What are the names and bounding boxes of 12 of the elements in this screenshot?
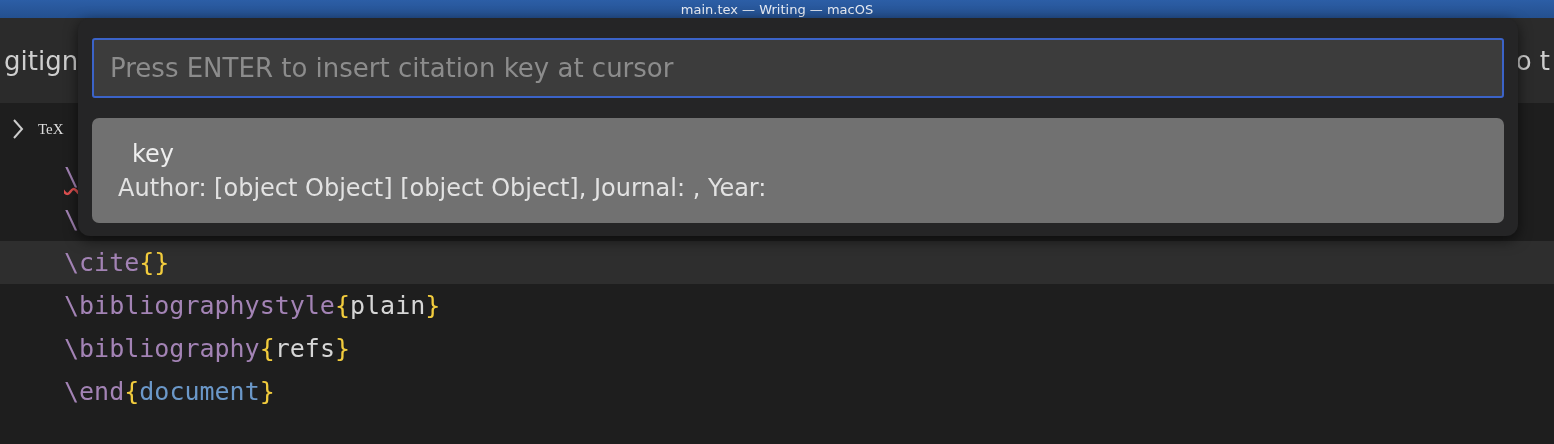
editor-tab[interactable]: gitign bbox=[0, 18, 83, 103]
chevron-right-icon[interactable] bbox=[12, 118, 24, 140]
code-line: \ bbox=[64, 162, 80, 191]
tex-file-icon: TeX bbox=[38, 120, 64, 138]
code-line: \bibliographystyle{plain} bbox=[64, 291, 441, 320]
code-line: \end{document} bbox=[64, 377, 275, 406]
citation-list-item[interactable]: key Author: [object Object] [object Object], Journal: , Year: bbox=[92, 118, 1504, 223]
code-line: \bibliography{refs} bbox=[64, 334, 350, 363]
search-field[interactable]: Press ENTER to insert citation key at cursor bbox=[92, 38, 1504, 98]
code-line: \ bbox=[64, 205, 80, 234]
code-line: \cite{} bbox=[64, 248, 170, 277]
window-title: main.tex — Writing — macOS bbox=[680, 2, 874, 18]
